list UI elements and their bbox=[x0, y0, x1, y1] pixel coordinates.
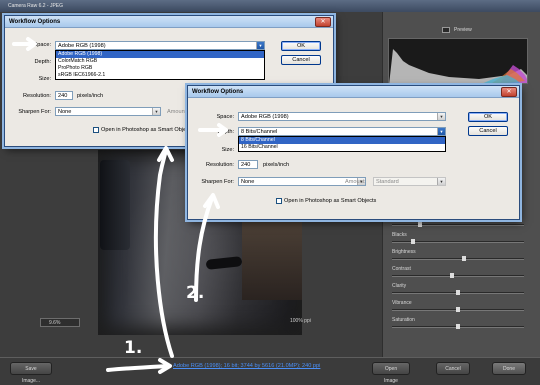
slider-row: Clarity bbox=[388, 283, 528, 300]
depth-option[interactable]: 8 Bits/Channel bbox=[239, 137, 445, 144]
space-option[interactable]: ColorMatch RGB bbox=[56, 58, 264, 65]
resolution-label: Resolution: bbox=[206, 162, 234, 168]
annotation-step1: 1. bbox=[124, 338, 143, 358]
slider-thumb[interactable] bbox=[456, 307, 460, 312]
amount-select: Standard ▼ bbox=[373, 177, 446, 186]
chevron-down-icon: ▼ bbox=[437, 178, 445, 185]
smart-objects-checkbox[interactable] bbox=[93, 127, 99, 133]
space-dropdown: Adobe RGB (1998) ColorMatch RGB ProPhoto R… bbox=[55, 50, 265, 80]
chevron-down-icon: ▼ bbox=[256, 42, 264, 49]
slider-thumb[interactable] bbox=[456, 324, 460, 329]
space-select[interactable]: Adobe RGB (1998) ▼ bbox=[238, 112, 446, 121]
amount-select-value: Standard bbox=[376, 179, 399, 185]
slider-thumb[interactable] bbox=[456, 290, 460, 295]
preview-label: Preview bbox=[454, 27, 472, 33]
workflow-options-dialog-front: Workflow Options ✕ Space: Adobe RGB (199… bbox=[187, 85, 520, 220]
chevron-down-icon: ▼ bbox=[437, 128, 445, 135]
space-select-value: Adobe RGB (1998) bbox=[241, 114, 289, 120]
depth-select[interactable]: 8 Bits/Channel ▼ bbox=[238, 127, 446, 136]
histogram bbox=[388, 38, 528, 84]
space-select[interactable]: Adobe RGB (1998) ▼ bbox=[55, 41, 265, 50]
cancel-button[interactable]: Cancel bbox=[436, 362, 470, 375]
slider-label: Contrast bbox=[392, 266, 411, 272]
space-option[interactable]: sRGB IEC61966-2.1 bbox=[56, 72, 264, 79]
ok-button[interactable]: OK bbox=[281, 41, 321, 51]
slider-track[interactable] bbox=[392, 258, 524, 260]
smart-objects-checkbox[interactable] bbox=[276, 198, 282, 204]
resolution-label: Resolution: bbox=[23, 93, 51, 99]
ok-button[interactable]: OK bbox=[468, 112, 508, 122]
size-label: Size: bbox=[38, 76, 51, 82]
amount-label: Amount: bbox=[345, 179, 366, 185]
slider-row: Blacks bbox=[388, 232, 528, 249]
resolution-input[interactable]: 240 bbox=[238, 160, 258, 169]
slider-thumb[interactable] bbox=[462, 256, 467, 261]
sharpen-select-value: None bbox=[241, 179, 255, 185]
histogram-graph bbox=[389, 49, 527, 83]
chevron-down-icon: ▼ bbox=[152, 108, 160, 115]
space-option[interactable]: ProPhoto RGB bbox=[56, 65, 264, 72]
slider-thumb[interactable] bbox=[411, 239, 416, 244]
zoom-select[interactable]: 9.6% bbox=[40, 318, 80, 327]
resolution-input[interactable]: 240 bbox=[55, 91, 73, 100]
slider-thumb[interactable] bbox=[449, 273, 454, 278]
dialog-title: Workflow Options bbox=[188, 86, 519, 98]
size-label: Size: bbox=[221, 147, 234, 153]
space-label: Space: bbox=[216, 114, 234, 120]
sharpen-select-value: None bbox=[58, 109, 72, 115]
dialog-title: Workflow Options bbox=[5, 16, 333, 28]
depth-option[interactable]: 16 Bits/Channel bbox=[239, 144, 445, 151]
smart-objects-label: Open in Photoshop as Smart Objects bbox=[101, 127, 194, 133]
slider-row: Contrast bbox=[388, 266, 528, 283]
smart-objects-label: Open in Photoshop as Smart Objects bbox=[284, 198, 377, 204]
close-icon[interactable]: ✕ bbox=[501, 87, 517, 97]
workflow-options-link[interactable]: Adobe RGB (1998); 16 bit; 3744 by 5616 (… bbox=[173, 363, 320, 369]
zoom-readout: 100% ppi bbox=[290, 318, 311, 324]
depth-dropdown: 8 Bits/Channel 16 Bits/Channel bbox=[238, 136, 446, 152]
depth-label: Depth: bbox=[34, 59, 51, 65]
slider-thumb[interactable] bbox=[417, 222, 422, 227]
open-image-button[interactable]: Open Image bbox=[372, 362, 410, 384]
close-icon[interactable]: ✕ bbox=[315, 17, 331, 27]
preview-checkbox[interactable] bbox=[442, 27, 450, 33]
window-title: Camera Raw 6.2 - JPEG bbox=[8, 3, 64, 9]
zoom-value: 9.6% bbox=[49, 320, 61, 326]
window-titlebar: Camera Raw 6.2 - JPEG bbox=[0, 0, 540, 12]
slider-track[interactable] bbox=[392, 275, 524, 277]
done-button[interactable]: Done bbox=[492, 362, 526, 375]
depth-select-value: 8 Bits/Channel bbox=[241, 129, 278, 135]
amount-label: Amount: bbox=[167, 109, 188, 115]
space-select-value: Adobe RGB (1998) bbox=[58, 43, 106, 49]
slider-row: Brightness bbox=[388, 249, 528, 266]
depth-label: Depth: bbox=[217, 129, 234, 135]
sharpen-label: Sharpen For: bbox=[18, 109, 51, 115]
slider-row: Vibrance bbox=[388, 300, 528, 317]
sharpen-label: Sharpen For: bbox=[201, 179, 234, 185]
slider-row: Saturation bbox=[388, 317, 528, 334]
photo-person bbox=[205, 256, 243, 270]
chevron-down-icon: ▼ bbox=[437, 113, 445, 120]
slider-label: Vibrance bbox=[392, 300, 412, 306]
space-option[interactable]: Adobe RGB (1998) bbox=[56, 51, 264, 58]
slider-label: Blacks bbox=[392, 232, 407, 238]
space-label: Space: bbox=[33, 42, 51, 48]
save-image-button[interactable]: Save Image... bbox=[10, 362, 52, 384]
resolution-unit: pixels/inch bbox=[263, 162, 290, 168]
sharpen-select[interactable]: None ▼ bbox=[55, 107, 161, 116]
photo-car bbox=[100, 160, 130, 250]
annotation-step2: 2. bbox=[186, 283, 205, 303]
resolution-unit: pixels/inch bbox=[77, 93, 104, 99]
slider-list: Fill LightBlacksBrightnessContrastClarit… bbox=[388, 215, 528, 334]
slider-label: Saturation bbox=[392, 317, 415, 323]
cancel-button[interactable]: Cancel bbox=[468, 126, 508, 136]
cancel-button[interactable]: Cancel bbox=[281, 55, 321, 65]
slider-track[interactable] bbox=[392, 224, 524, 226]
slider-label: Clarity bbox=[392, 283, 407, 289]
slider-label: Brightness bbox=[392, 249, 416, 255]
